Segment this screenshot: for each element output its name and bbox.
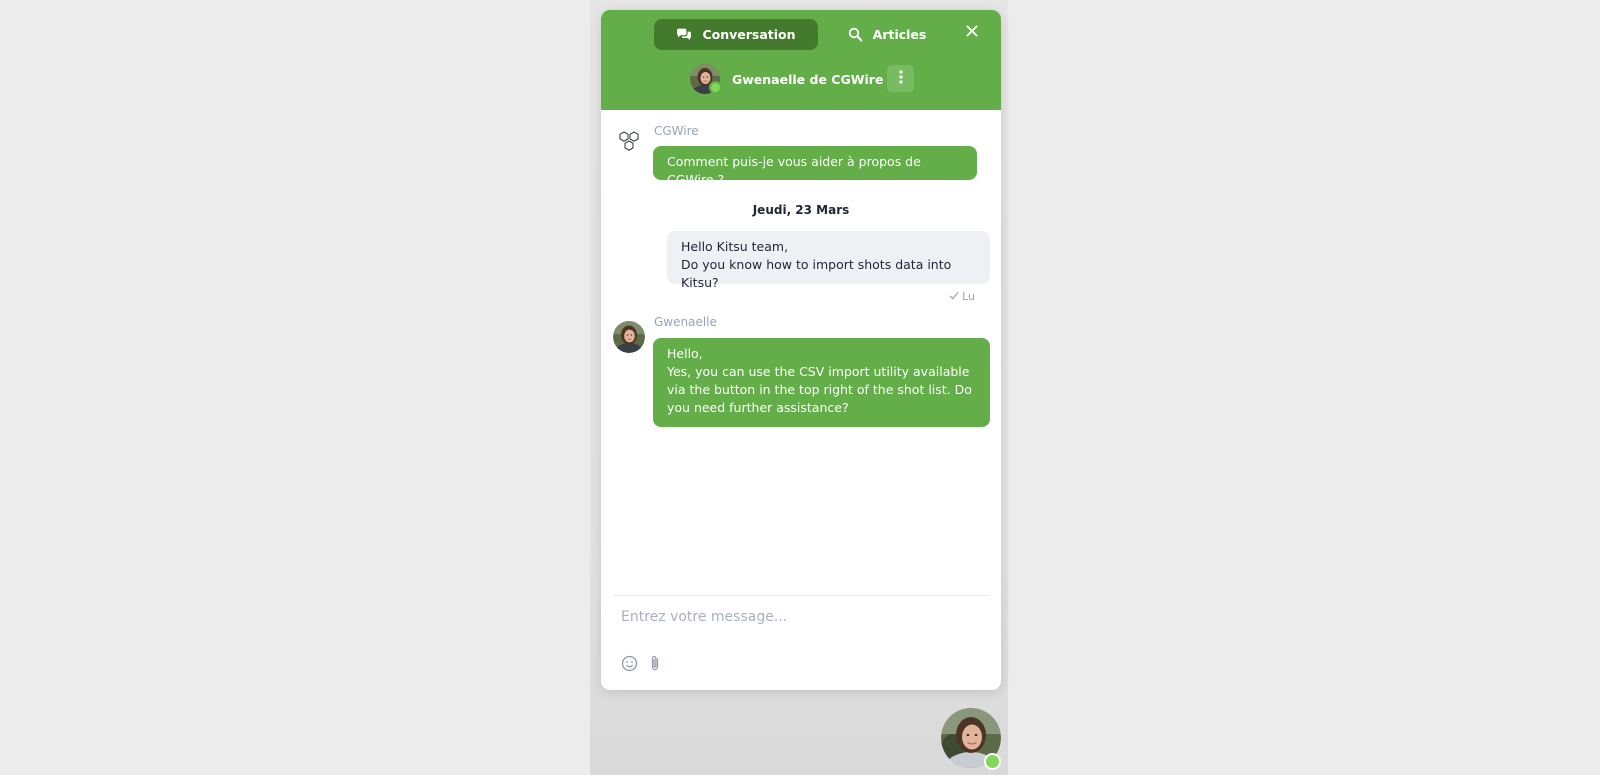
- online-status-dot: [709, 81, 722, 94]
- check-icon: [949, 290, 959, 303]
- close-icon: [966, 22, 978, 41]
- close-button[interactable]: [963, 22, 981, 40]
- emoji-button[interactable]: [620, 655, 638, 676]
- options-menu-button[interactable]: [887, 65, 914, 92]
- user-message-line: Do you know how to import shots data int…: [681, 257, 952, 290]
- tab-articles-label: Articles: [872, 27, 927, 42]
- message-input[interactable]: [621, 603, 981, 631]
- agent-message-line: Hello,: [667, 346, 703, 361]
- agent-avatar: [690, 64, 722, 94]
- chat-bubbles-icon: [676, 28, 692, 42]
- bot-sender-name: CGWire: [654, 124, 699, 138]
- chat-launcher-button[interactable]: [941, 708, 1001, 770]
- chat-header: Conversation Articles Gwenaelle de CGWir…: [601, 10, 1001, 110]
- agent-message-avatar: [613, 321, 645, 353]
- launcher-online-dot: [984, 753, 1001, 770]
- agent-info: Gwenaelle de CGWire: [690, 63, 883, 95]
- search-icon: [848, 27, 863, 42]
- cgwire-logo-icon: [618, 130, 640, 158]
- user-message-bubble: Hello Kitsu team, Do you know how to imp…: [667, 231, 990, 290]
- agent-name: Gwenaelle de CGWire: [732, 71, 884, 87]
- tab-conversation[interactable]: Conversation: [654, 19, 818, 50]
- agent-sender-name: Gwenaelle: [654, 315, 717, 329]
- bot-message-bubble: Comment puis-je vous aider à propos de C…: [653, 146, 977, 187]
- agent-message-line: Yes, you can use the CSV import utility …: [667, 364, 972, 415]
- attach-file-button[interactable]: [646, 655, 664, 676]
- header-tabs: Conversation Articles: [654, 19, 944, 50]
- agent-message-bubble: Hello, Yes, you can use the CSV import u…: [653, 338, 990, 427]
- read-receipt: Lu: [949, 290, 975, 303]
- read-status-label: Lu: [962, 290, 975, 303]
- tab-articles[interactable]: Articles: [830, 19, 944, 50]
- tab-conversation-label: Conversation: [702, 27, 796, 42]
- compose-area: [601, 595, 1001, 690]
- message-list: CGWire Comment puis-je vous aider à prop…: [601, 110, 1001, 590]
- compose-divider: [613, 595, 989, 596]
- paperclip-icon: [649, 655, 661, 676]
- chat-widget: Conversation Articles Gwenaelle de CGWir…: [601, 10, 1001, 690]
- user-message-line: Hello Kitsu team,: [681, 239, 789, 254]
- kebab-menu-icon: [898, 69, 903, 88]
- emoji-icon: [621, 655, 638, 676]
- date-separator: Jeudi, 23 Mars: [752, 203, 850, 217]
